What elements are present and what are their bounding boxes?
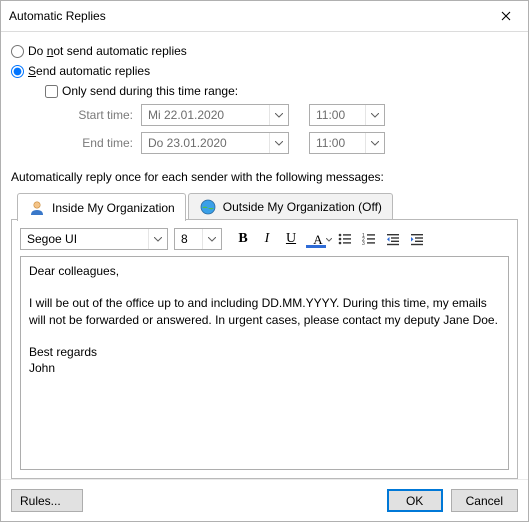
globe-icon	[199, 198, 217, 216]
outdent-icon	[385, 231, 401, 247]
option-only-during-range[interactable]: Only send during this time range:	[45, 84, 518, 98]
time-range-grid: Start time: Mi 22.01.2020 11:00 End time…	[61, 104, 518, 160]
tab-strip: Inside My Organization Outside My Organi…	[11, 192, 518, 220]
ok-button[interactable]: OK	[387, 489, 443, 512]
rules-button[interactable]: Rules...	[11, 489, 83, 512]
close-button[interactable]	[484, 1, 528, 31]
font-family-combo[interactable]: Segoe UI	[20, 228, 168, 250]
window-title: Automatic Replies	[1, 9, 106, 23]
format-toolbar: Segoe UI 8 B I U A 123	[20, 228, 509, 250]
end-date-combo[interactable]: Do 23.01.2020	[141, 132, 289, 154]
font-color-button[interactable]: A	[304, 228, 332, 250]
start-time-label: Start time:	[61, 108, 133, 122]
cancel-button[interactable]: Cancel	[451, 489, 518, 512]
bold-button[interactable]: B	[232, 228, 254, 250]
automatic-replies-dialog: Automatic Replies Do not send automatic …	[0, 0, 529, 522]
option-send[interactable]: Send automatic replies	[11, 64, 518, 78]
numbered-list-button[interactable]: 123	[358, 228, 380, 250]
bullet-list-button[interactable]	[334, 228, 356, 250]
svg-text:3: 3	[362, 241, 365, 247]
chevron-down-icon	[202, 229, 221, 249]
tab-inside-label: Inside My Organization	[52, 201, 175, 215]
option-do-not-send[interactable]: Do not send automatic replies	[11, 44, 518, 58]
start-date-combo[interactable]: Mi 22.01.2020	[141, 104, 289, 126]
section-text: Automatically reply once for each sender…	[11, 170, 518, 184]
end-time-combo[interactable]: 11:00	[309, 132, 385, 154]
label-time-range: Only send during this time range:	[62, 84, 238, 98]
dialog-footer: Rules... OK Cancel	[1, 479, 528, 521]
tab-outside-org[interactable]: Outside My Organization (Off)	[188, 193, 393, 220]
label-do-not-send: Do not send automatic replies	[28, 44, 187, 58]
indent-button[interactable]	[406, 228, 428, 250]
person-icon	[28, 199, 46, 217]
chevron-down-icon	[148, 229, 167, 249]
numbered-list-icon: 123	[361, 231, 377, 247]
message-editor[interactable]: Dear colleagues, I will be out of the of…	[20, 256, 509, 470]
checkbox-time-range[interactable]	[45, 85, 58, 98]
tab-inside-org[interactable]: Inside My Organization	[17, 193, 186, 221]
bullet-list-icon	[337, 231, 353, 247]
chevron-down-icon	[326, 231, 332, 245]
titlebar: Automatic Replies	[1, 1, 528, 32]
label-send: Send automatic replies	[28, 64, 150, 78]
chevron-down-icon	[269, 133, 288, 153]
close-icon	[501, 11, 511, 21]
start-time-combo[interactable]: 11:00	[309, 104, 385, 126]
tab-outside-label: Outside My Organization (Off)	[223, 200, 382, 214]
radio-send[interactable]	[11, 65, 24, 78]
italic-button[interactable]: I	[256, 228, 278, 250]
radio-do-not-send[interactable]	[11, 45, 24, 58]
underline-button[interactable]: U	[280, 228, 302, 250]
font-size-combo[interactable]: 8	[174, 228, 222, 250]
outdent-button[interactable]	[382, 228, 404, 250]
tab-panel-inside: Segoe UI 8 B I U A 123	[11, 220, 518, 479]
indent-icon	[409, 231, 425, 247]
chevron-down-icon	[269, 105, 288, 125]
chevron-down-icon	[365, 105, 384, 125]
end-time-label: End time:	[61, 136, 133, 150]
chevron-down-icon	[365, 133, 384, 153]
